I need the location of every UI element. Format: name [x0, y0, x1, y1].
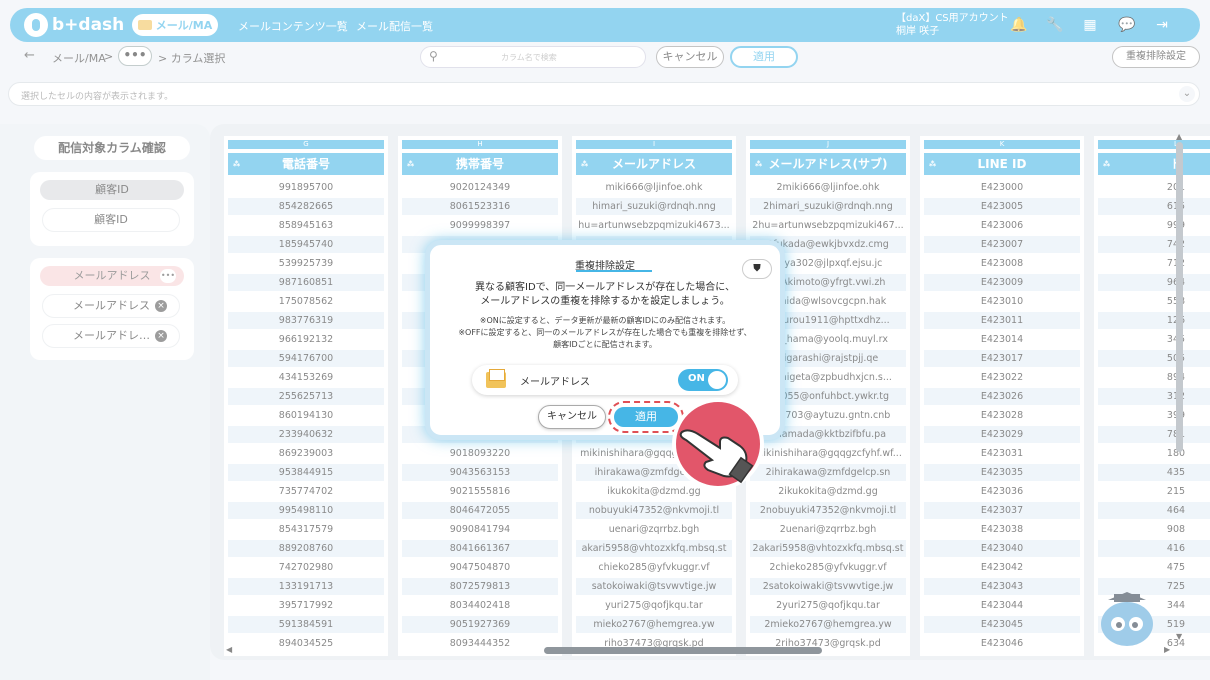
dialog-description: 異なる顧客IDで、同一メールアドレスが存在した場合に、 メールアドレスの重複を排… [430, 281, 780, 309]
title-underline [576, 270, 652, 272]
envelope-icon [486, 369, 506, 388]
email-dedupe-label: メールアドレス [520, 377, 590, 388]
pointer-hand-icon [672, 398, 764, 490]
note-line: ※OFFに設定すると、同一のメールアドレスが存在した場合でも重複を排除せず、 [458, 328, 752, 337]
shield-icon[interactable]: ⛊ [742, 259, 772, 279]
dialog-note: ※ONに設定すると、データ更新が最新の顧客IDにのみ配信されます。 ※OFFに設… [430, 315, 780, 351]
dedupe-toggle[interactable]: ON [678, 369, 728, 391]
email-dedupe-row: メールアドレス ON [472, 365, 738, 395]
toggle-state: ON [688, 373, 705, 384]
dialog-cancel-button[interactable]: キャンセル [538, 405, 606, 429]
description-line: 異なる顧客IDで、同一メールアドレスが存在した場合に、 [475, 282, 735, 293]
note-line: ※ONに設定すると、データ更新が最新の顧客IDにのみ配信されます。 [479, 316, 731, 325]
toggle-knob [708, 371, 726, 389]
note-line: 顧客IDごとに配信されます。 [553, 340, 657, 349]
description-line: メールアドレスの重複を排除するかを設定しましょう。 [480, 296, 730, 307]
